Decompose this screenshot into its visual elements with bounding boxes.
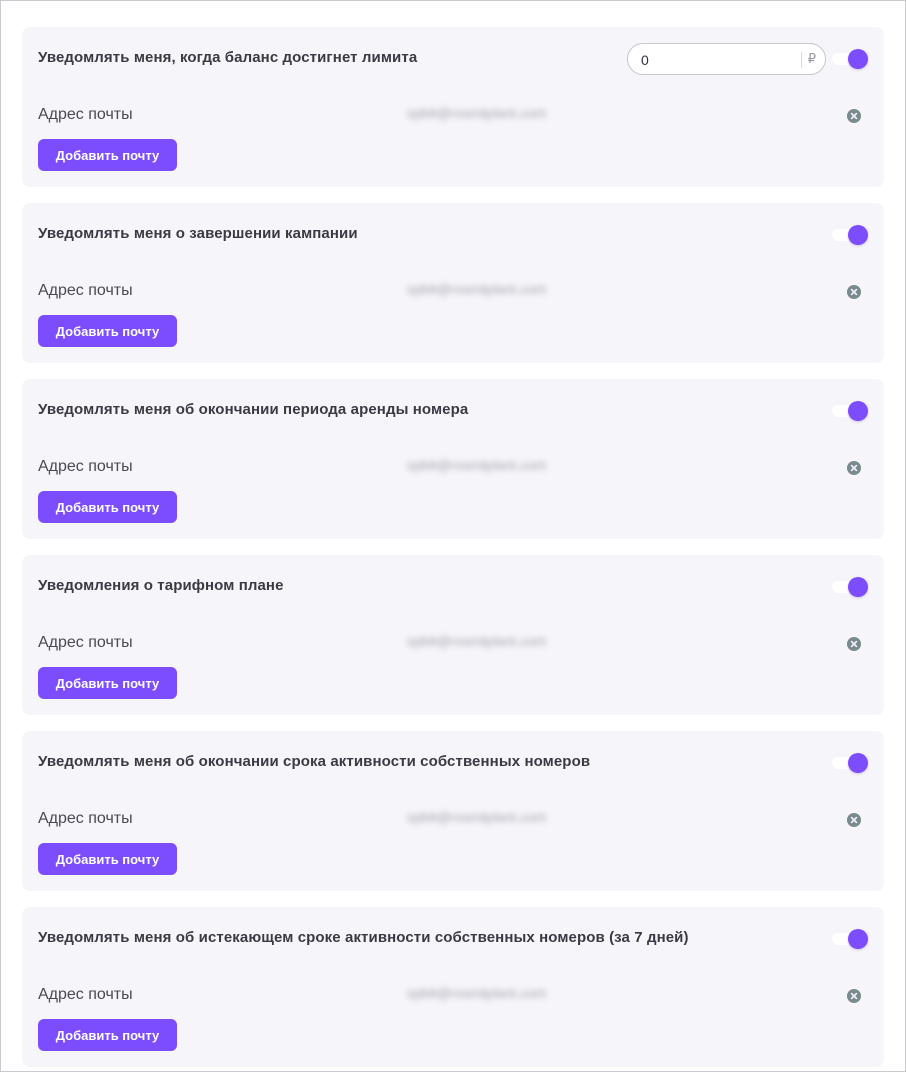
add-email-button[interactable]: Добавить почту: [38, 667, 177, 699]
toggle-knob: [848, 577, 868, 597]
add-email-button[interactable]: Добавить почту: [38, 139, 177, 171]
notification-card-own-numbers-7-days: Уведомлять меня об истекающем сроке акти…: [22, 907, 884, 1067]
remove-email-icon[interactable]: [847, 813, 861, 827]
toggle-knob: [848, 929, 868, 949]
card-title: Уведомлять меня о завершении кампании: [38, 225, 358, 242]
toggle-knob: [848, 753, 868, 773]
email-value: spblt@rosmtplant.com: [407, 985, 547, 1001]
notification-card-tariff-plan: Уведомления о тарифном плане Адрес почты…: [22, 555, 884, 715]
input-divider: [801, 52, 802, 68]
email-value: spblt@rosmtplant.com: [407, 809, 547, 825]
notification-toggle[interactable]: [832, 929, 868, 949]
notification-card-campaign-finish: Уведомлять меня о завершении кампании Ад…: [22, 203, 884, 363]
card-title: Уведомлять меня, когда баланс достигнет …: [38, 49, 418, 66]
notification-toggle[interactable]: [832, 401, 868, 421]
remove-email-icon[interactable]: [847, 989, 861, 1003]
notification-card-balance-limit: Уведомлять меня, когда баланс достигнет …: [22, 27, 884, 187]
add-email-button[interactable]: Добавить почту: [38, 843, 177, 875]
notification-card-number-rental: Уведомлять меня об окончании периода аре…: [22, 379, 884, 539]
email-label: Адрес почты: [38, 458, 133, 475]
ruble-sign-icon: ₽: [807, 51, 816, 66]
card-title: Уведомлять меня об окончании периода аре…: [38, 401, 469, 418]
email-value: spblt@rosmtplant.com: [407, 633, 547, 649]
email-value: spblt@rosmtplant.com: [407, 281, 547, 297]
notification-card-own-numbers-expiry: Уведомлять меня об окончании срока актив…: [22, 731, 884, 891]
notification-settings: Уведомлять меня, когда баланс достигнет …: [0, 0, 906, 1072]
balance-limit-input[interactable]: 0 ₽: [627, 43, 826, 75]
toggle-knob: [848, 401, 868, 421]
notification-toggle[interactable]: [832, 49, 868, 69]
email-label: Адрес почты: [38, 986, 133, 1003]
card-title: Уведомлять меня об истекающем сроке акти…: [38, 929, 689, 946]
notification-toggle[interactable]: [832, 225, 868, 245]
email-value: spblt@rosmtplant.com: [407, 457, 547, 473]
email-label: Адрес почты: [38, 634, 133, 651]
email-label: Адрес почты: [38, 810, 133, 827]
email-value: spblt@rosmtplant.com: [407, 105, 547, 121]
remove-email-icon[interactable]: [847, 285, 861, 299]
add-email-button[interactable]: Добавить почту: [38, 315, 177, 347]
add-email-button[interactable]: Добавить почту: [38, 491, 177, 523]
card-title: Уведомления о тарифном плане: [38, 577, 284, 594]
email-label: Адрес почты: [38, 282, 133, 299]
limit-value: 0: [641, 52, 649, 68]
notification-toggle[interactable]: [832, 577, 868, 597]
email-label: Адрес почты: [38, 106, 133, 123]
notification-toggle[interactable]: [832, 753, 868, 773]
remove-email-icon[interactable]: [847, 461, 861, 475]
toggle-knob: [848, 49, 868, 69]
remove-email-icon[interactable]: [847, 637, 861, 651]
add-email-button[interactable]: Добавить почту: [38, 1019, 177, 1051]
card-title: Уведомлять меня об окончании срока актив…: [38, 753, 591, 770]
remove-email-icon[interactable]: [847, 109, 861, 123]
toggle-knob: [848, 225, 868, 245]
